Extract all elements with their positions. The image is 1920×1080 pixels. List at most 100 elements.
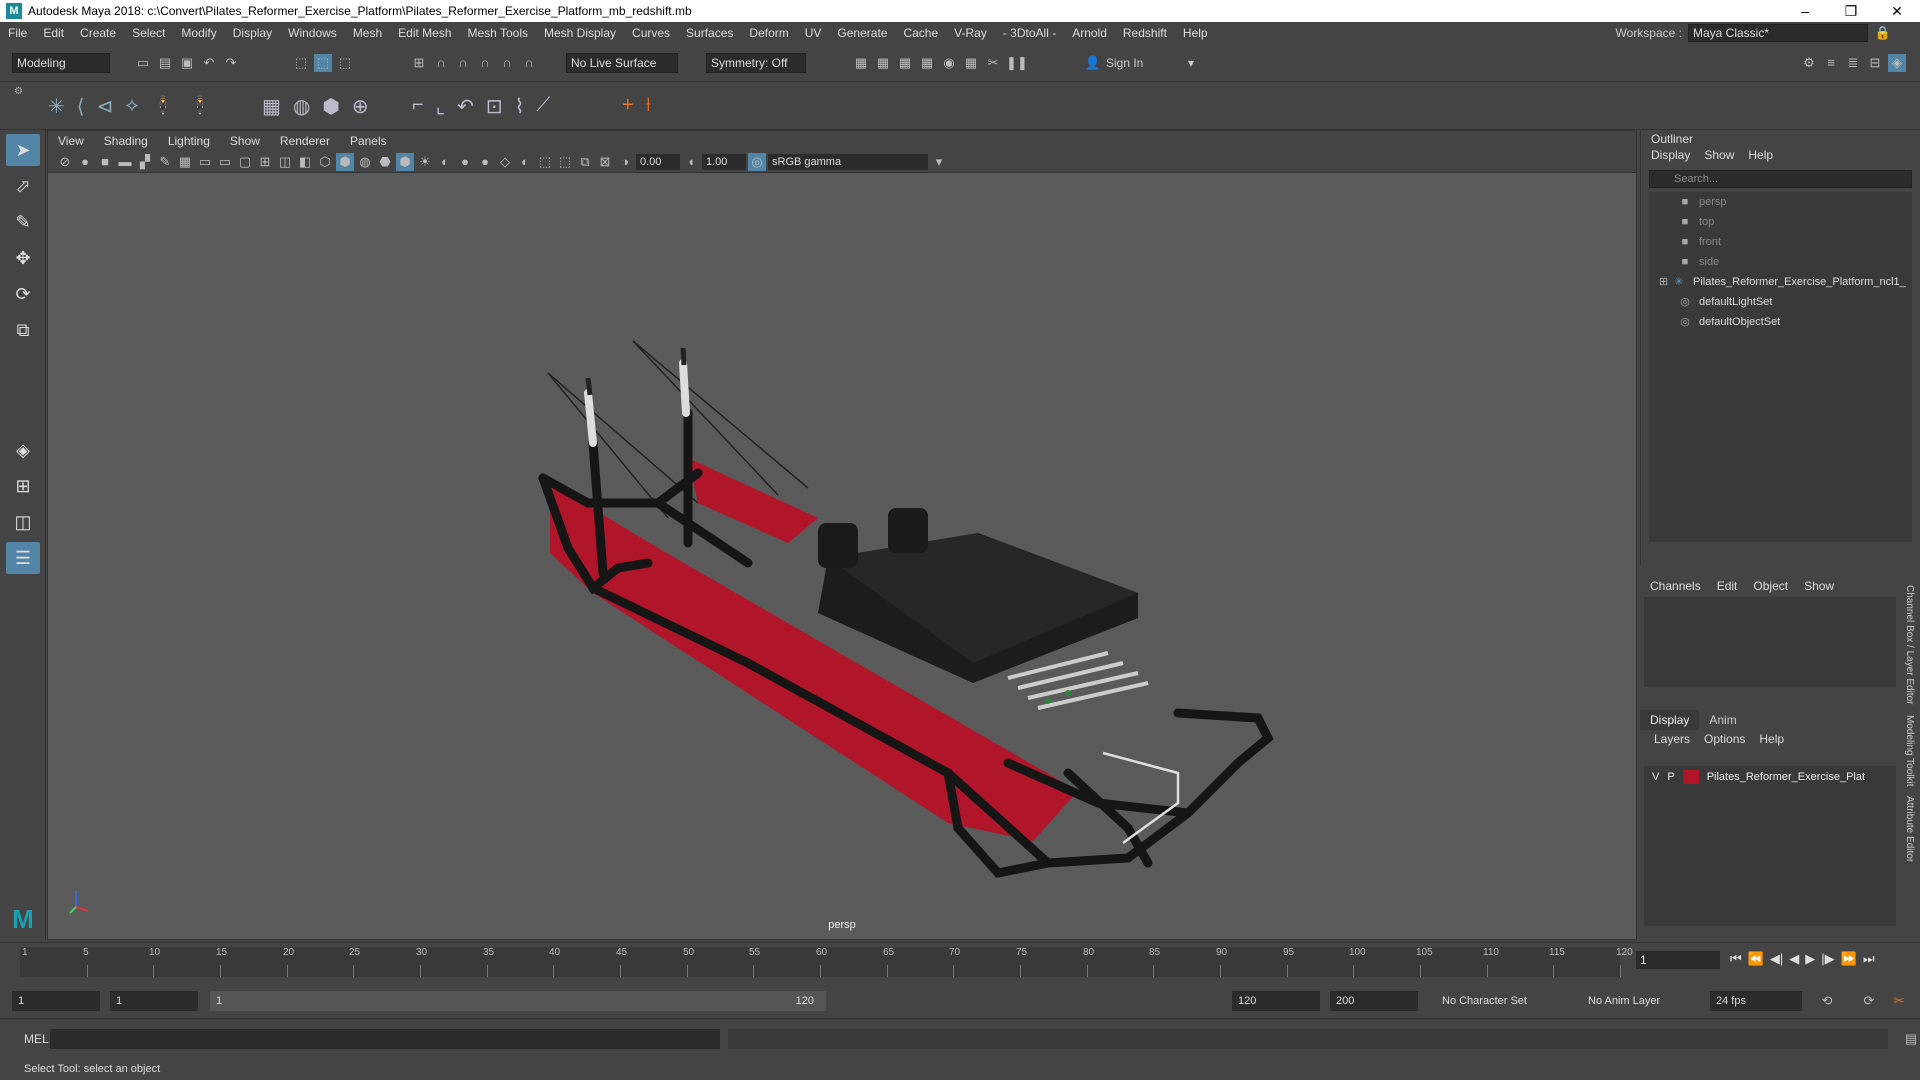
menu-file[interactable]: File [0, 26, 35, 40]
menu-redshift[interactable]: Redshift [1115, 26, 1175, 40]
hypershade-icon[interactable]: ◉ [940, 54, 958, 72]
shelf-joint-icon[interactable]: ⟨ [77, 94, 85, 119]
menu-mesh-tools[interactable]: Mesh Tools [460, 26, 536, 40]
script-editor-icon[interactable]: ▤ [1902, 1030, 1920, 1048]
menu-uv[interactable]: UV [797, 26, 830, 40]
command-input[interactable] [50, 1028, 720, 1049]
camera-attributes-icon[interactable]: ● [76, 153, 94, 171]
menu-create[interactable]: Create [72, 26, 124, 40]
shelf-cube-icon[interactable]: ▦ [262, 94, 281, 119]
outliner-menu-show[interactable]: Show [1704, 148, 1734, 166]
shelf-flare-icon[interactable]: ⌞ [436, 94, 445, 119]
redo-icon[interactable]: ↷ [222, 54, 240, 72]
play-forward-icon[interactable]: ▶ [1805, 951, 1815, 967]
menu-3dtoall[interactable]: - 3DtoAll - [995, 26, 1064, 40]
layer-playback-toggle[interactable]: P [1667, 771, 1674, 783]
time-slider[interactable]: 1 5 10 15 20 25 30 35 40 45 50 55 60 65 70 75 80 85 90 95 1… [0, 942, 1920, 984]
modeling-toolkit-toggle-icon[interactable]: ⚙ [1800, 54, 1818, 72]
shelf-ik-icon[interactable]: ⊲ [97, 94, 114, 119]
shelf-twist-icon[interactable]: ⊡ [486, 94, 503, 119]
menu-curves[interactable]: Curves [624, 26, 678, 40]
playback-start-field[interactable]: 1 [110, 991, 198, 1011]
viewport-menu-renderer[interactable]: Renderer [270, 134, 340, 148]
ambient-occlusion-icon[interactable]: ● [456, 153, 474, 171]
viewport-menu-lighting[interactable]: Lighting [158, 134, 220, 148]
animation-preferences-icon[interactable]: ✂ [1890, 992, 1908, 1010]
menu-vray[interactable]: V-Ray [946, 26, 995, 40]
backface-culling-icon[interactable]: ⊠ [596, 153, 614, 171]
menu-select[interactable]: Select [124, 26, 173, 40]
anim-layer-dropdown[interactable]: No Anim Layer [1582, 991, 1692, 1011]
save-scene-icon[interactable]: ▣ [178, 54, 196, 72]
layer-visibility-toggle[interactable]: V [1652, 771, 1659, 783]
shelf-sphere-icon[interactable]: ◍ [293, 94, 310, 119]
redshift-render-icon[interactable]: ▦ [962, 54, 980, 72]
outliner-item-default-object-set[interactable]: ◎ defaultObjectSet [1649, 312, 1912, 332]
two-d-pan-icon[interactable]: ▞ [136, 153, 154, 171]
open-scene-icon[interactable]: ▤ [156, 54, 174, 72]
motion-blur-icon[interactable]: ● [476, 153, 494, 171]
shelf-squash-icon[interactable]: ⟋ [536, 94, 550, 119]
layout-toggle-icon[interactable]: ◈ [1888, 54, 1906, 72]
anti-aliasing-icon[interactable]: ◇ [496, 153, 514, 171]
paint-select-tool-icon[interactable]: ✎ [6, 206, 40, 238]
viewport-menu-panels[interactable]: Panels [340, 134, 397, 148]
outliner-item-persp[interactable]: ■ persp [1649, 192, 1912, 212]
viewport-menu-shading[interactable]: Shading [94, 134, 158, 148]
layer-row[interactable]: V P Pilates_Reformer_Exercise_Plat [1644, 766, 1896, 788]
exposure-field[interactable]: 0.00 [636, 153, 680, 170]
new-scene-icon[interactable]: ▭ [134, 54, 152, 72]
wireframe-icon[interactable]: ⬡ [316, 153, 334, 171]
shelf-locator-icon[interactable]: + [622, 94, 634, 117]
tab-attribute-editor[interactable]: Attribute Editor [1904, 796, 1915, 862]
depth-of-field-icon[interactable]: ◐ [516, 153, 534, 171]
tab-display[interactable]: Display [1640, 710, 1700, 730]
expand-plus-icon[interactable]: ⊞ [1659, 272, 1671, 292]
menu-mesh-display[interactable]: Mesh Display [536, 26, 624, 40]
tab-modeling-toolkit[interactable]: Modeling Toolkit [1904, 715, 1915, 787]
step-forward-key-icon[interactable]: ⏩ [1841, 951, 1857, 967]
minimize-button[interactable]: – [1782, 0, 1828, 22]
shelf-sine-icon[interactable]: ⌇ [515, 94, 525, 119]
render-settings-icon[interactable]: ▦ [918, 54, 936, 72]
menu-edit-mesh[interactable]: Edit Mesh [390, 26, 459, 40]
menu-help[interactable]: Help [1175, 26, 1216, 40]
symmetry-dropdown[interactable]: Symmetry: Off [706, 53, 806, 73]
close-button[interactable]: ✕ [1874, 0, 1920, 22]
step-forward-frame-icon[interactable]: |▶ [1821, 951, 1834, 967]
channelbox-menu-show[interactable]: Show [1804, 575, 1834, 597]
single-perspective-layout-icon[interactable]: ◈ [6, 434, 40, 466]
snap-live-icon[interactable]: ∩ [520, 54, 538, 72]
menu-edit[interactable]: Edit [35, 26, 72, 40]
channelbox-menu-object[interactable]: Object [1753, 575, 1788, 597]
menu-mesh[interactable]: Mesh [345, 26, 390, 40]
select-by-hierarchy-icon[interactable]: ⬚ [292, 54, 310, 72]
channel-box-toggle-icon[interactable]: ⊟ [1866, 54, 1884, 72]
attribute-editor-toggle-icon[interactable]: ≡ [1822, 54, 1840, 72]
scene-render[interactable] [48, 173, 1636, 939]
bookmark-icon[interactable]: ■ [96, 153, 114, 171]
outliner-item-default-light-set[interactable]: ◎ defaultLightSet [1649, 292, 1912, 312]
shelf-bend-icon[interactable]: ⌐ [412, 94, 424, 119]
menu-cache[interactable]: Cache [895, 26, 946, 40]
smooth-shade-icon[interactable]: ⬢ [336, 152, 354, 171]
snap-surface-icon[interactable]: ∩ [498, 54, 516, 72]
render-view-icon[interactable]: ▦ [852, 54, 870, 72]
step-back-frame-icon[interactable]: ◀| [1770, 951, 1783, 967]
wireframe-on-shaded-icon[interactable]: ⬣ [376, 153, 394, 171]
workspace-dropdown[interactable]: Maya Classic* [1688, 24, 1868, 42]
gamma-icon[interactable]: ◖ [682, 153, 700, 171]
shelf-lattice-icon[interactable]: ⬢ [322, 94, 339, 119]
snap-grid-icon[interactable]: ⊞ [410, 54, 428, 72]
shelf-bind-icon[interactable]: ⟡ [125, 94, 138, 119]
lock-icon[interactable]: 🔒 [1874, 24, 1892, 42]
loop-icon[interactable]: ⟲ [1818, 992, 1836, 1010]
channelbox-menu-channels[interactable]: Channels [1650, 575, 1701, 597]
image-plane-icon[interactable]: ▬ [116, 153, 134, 171]
character-set-dropdown[interactable]: No Character Set [1436, 991, 1566, 1011]
pause-icon[interactable]: ❚❚ [1006, 54, 1028, 72]
lasso-tool-icon[interactable]: ⬀ [6, 170, 40, 202]
outliner-item-model[interactable]: ⊞ ✳ Pilates_Reformer_Exercise_Platform_n… [1649, 272, 1912, 292]
snap-point-icon[interactable]: ∩ [454, 54, 472, 72]
menu-modify[interactable]: Modify [173, 26, 224, 40]
